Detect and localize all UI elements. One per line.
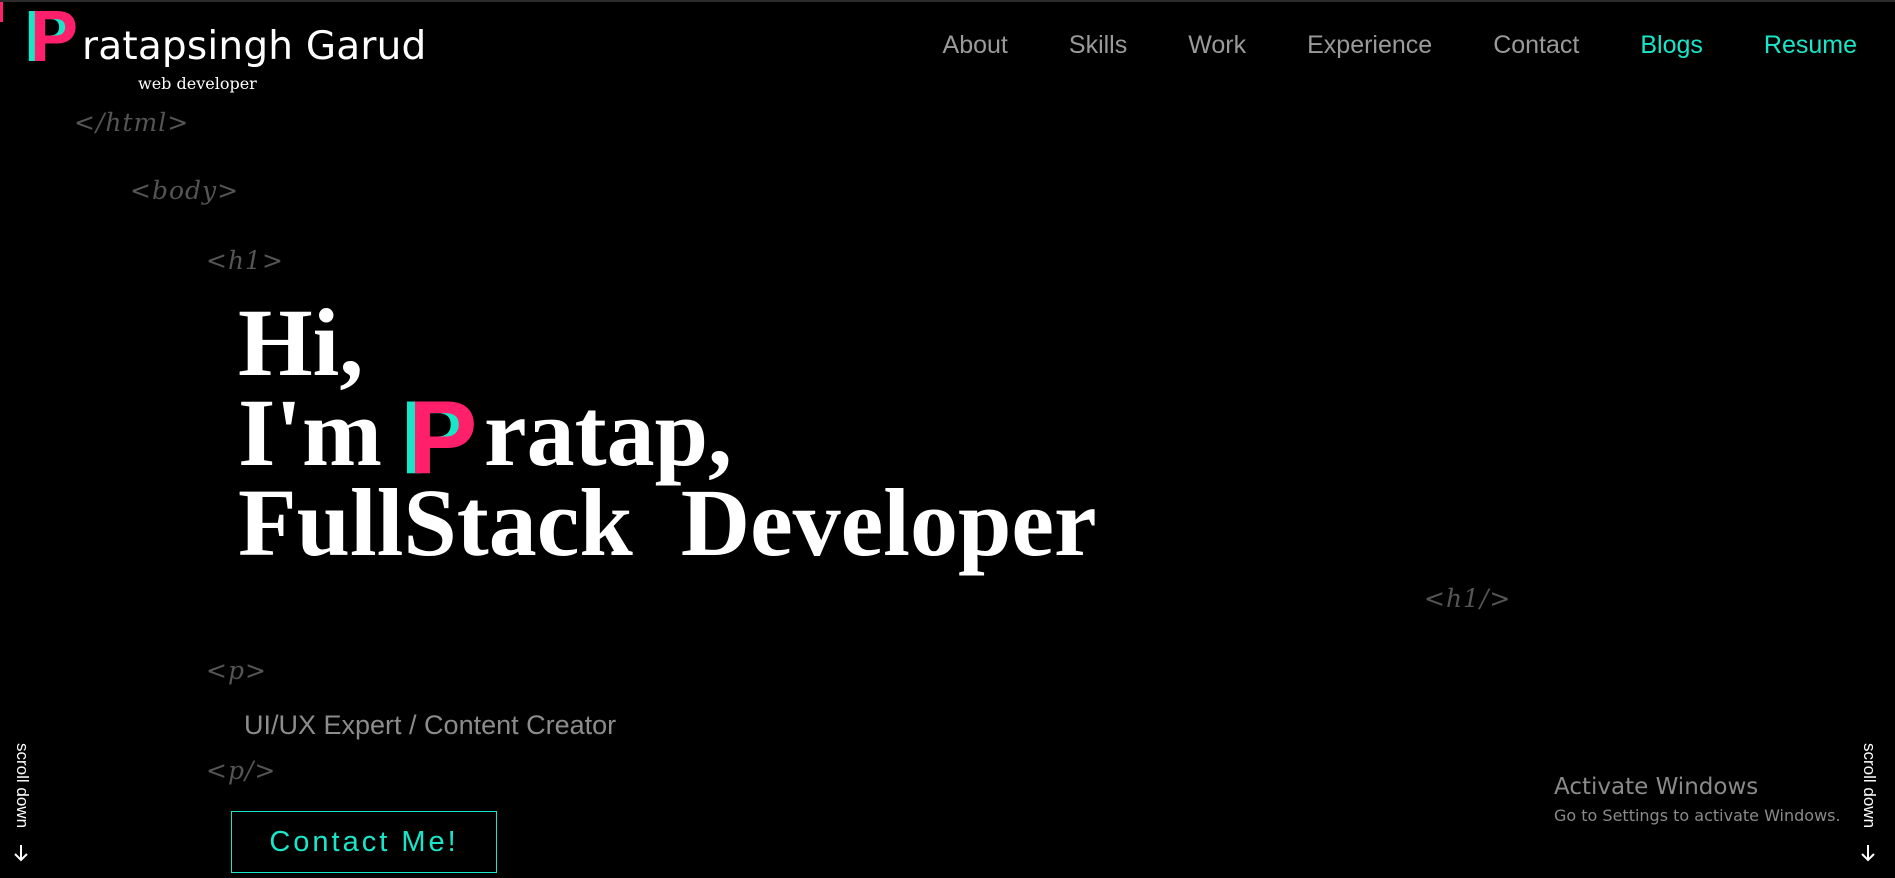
site-logo[interactable]: P P ratapsingh Garud web developer <box>24 0 426 93</box>
logo-initial: P P <box>24 0 86 77</box>
main-nav: About Skills Work Experience Contact Blo… <box>943 28 1857 62</box>
hero-subtitle: UI/UX Expert / Content Creator <box>244 710 617 740</box>
tag-p-open: <p> <box>206 656 267 685</box>
hero-initial-letter: P <box>408 380 478 496</box>
watermark-title: Activate Windows <box>1554 774 1759 800</box>
tag-html-close: </html> <box>74 108 190 137</box>
tag-h1-close: <h1/> <box>1424 584 1512 613</box>
scroll-down-right[interactable]: scroll down <box>1855 743 1881 863</box>
logo-subtitle: web developer <box>138 74 257 93</box>
watermark-subtitle: Go to Settings to activate Windows. <box>1554 806 1841 825</box>
arrow-down-icon <box>1861 845 1875 862</box>
logo-name: ratapsingh Garud <box>82 24 427 69</box>
hero-heading: Hi, I'm P Pratap, FullStack Developer <box>238 289 1097 576</box>
scroll-down-label: scroll down <box>1860 743 1879 829</box>
hero-name-initial: PP <box>400 386 484 490</box>
nav-experience[interactable]: Experience <box>1307 31 1432 60</box>
scroll-down-left[interactable]: scroll down <box>8 743 34 863</box>
tag-p-close: <p/> <box>206 756 277 785</box>
logo-initial-letter: P <box>30 0 79 77</box>
hero-line-greeting: Hi, <box>238 289 364 396</box>
arrow-down-icon <box>14 845 28 862</box>
tag-body-open: <body> <box>130 176 240 205</box>
hero-line-role: FullStack Developer <box>238 469 1097 576</box>
top-border <box>0 0 1895 2</box>
nav-about[interactable]: About <box>943 31 1008 60</box>
nav-resume[interactable]: Resume <box>1764 31 1857 60</box>
hero-line-name: I'm P Pratap, <box>238 385 1097 491</box>
tag-h1-open: <h1> <box>206 246 284 275</box>
nav-skills[interactable]: Skills <box>1069 31 1127 60</box>
activate-windows-watermark: Activate Windows Go to Settings to activ… <box>1554 774 1841 825</box>
scroll-down-label: scroll down <box>13 743 32 829</box>
nav-contact[interactable]: Contact <box>1493 31 1579 60</box>
nav-blogs[interactable]: Blogs <box>1640 31 1703 60</box>
nav-work[interactable]: Work <box>1188 31 1246 60</box>
corner-accent <box>0 2 3 22</box>
contact-me-button[interactable]: Contact Me! <box>231 811 497 873</box>
